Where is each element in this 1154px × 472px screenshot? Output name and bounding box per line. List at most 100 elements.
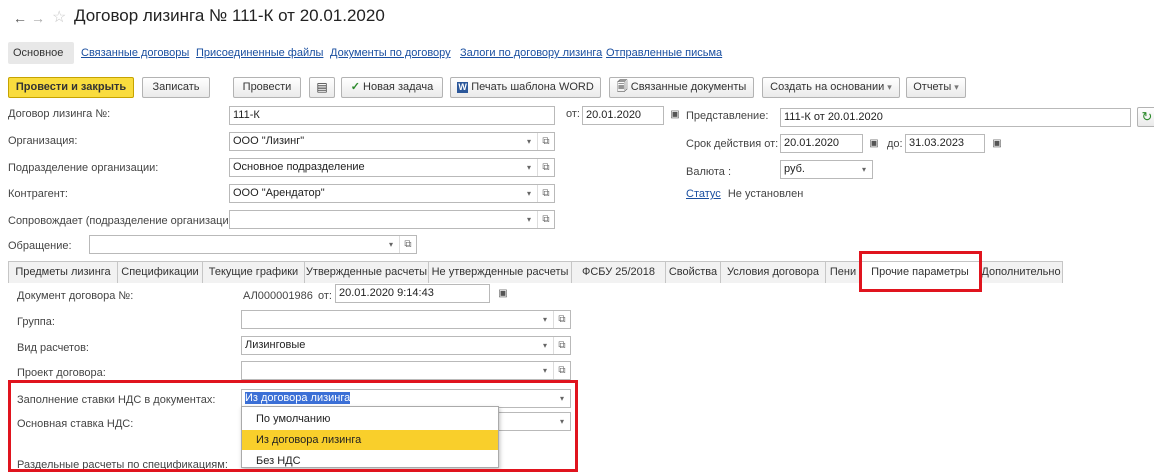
currency-field[interactable]: руб. ▾	[780, 160, 873, 179]
nav-link-main[interactable]: Основное	[13, 47, 63, 59]
related-documents-icon: 🗐	[616, 81, 628, 93]
doc-date-label: от:	[318, 290, 332, 302]
division-field[interactable]: Основное подразделение ▾ ⧉	[229, 158, 555, 177]
chevron-down-icon[interactable]: ▾	[537, 362, 553, 379]
chevron-down-icon[interactable]: ▾	[383, 236, 399, 253]
open-icon[interactable]: ⧉	[553, 337, 570, 354]
post-and-close-button[interactable]: Провести и закрыть	[8, 77, 134, 98]
contract-no-field[interactable]: 111-К	[229, 106, 555, 125]
chevron-down-icon[interactable]: ▾	[856, 161, 872, 178]
counterparty-value: ООО "Арендатор"	[233, 187, 325, 199]
new-task-button[interactable]: ✓ Новая задача	[341, 77, 443, 98]
accompanies-field[interactable]: ▾ ⧉	[229, 210, 555, 229]
forward-button[interactable]: →	[30, 10, 46, 26]
nav-link-attached-files[interactable]: Присоединенные файлы	[196, 47, 323, 59]
tab-penalties[interactable]: Пени	[825, 261, 861, 283]
presentation-label: Представление:	[686, 110, 769, 122]
tab-fsbu[interactable]: ФСБУ 25/2018	[571, 261, 666, 283]
organization-field[interactable]: ООО "Лизинг" ▾ ⧉	[229, 132, 555, 151]
new-task-label: Новая задача	[363, 81, 434, 93]
doc-no-value: АЛ000001986	[243, 290, 313, 302]
chevron-down-icon[interactable]: ▾	[521, 133, 537, 150]
tab-properties[interactable]: Свойства	[665, 261, 721, 283]
appeal-label: Обращение:	[8, 240, 72, 252]
counterparty-label: Контрагент:	[8, 188, 68, 200]
calendar-icon[interactable]: ▣	[668, 108, 682, 122]
counterparty-field[interactable]: ООО "Арендатор" ▾ ⧉	[229, 184, 555, 203]
favorite-star-icon[interactable]: ☆	[52, 7, 66, 27]
open-icon[interactable]: ⧉	[537, 211, 554, 228]
write-button[interactable]: Записать	[142, 77, 210, 98]
chevron-down-icon[interactable]: ▾	[521, 185, 537, 202]
validity-to-label: до:	[887, 138, 903, 150]
tab-approved-calculations[interactable]: Утвержденные расчеты	[304, 261, 429, 283]
page-title: Договор лизинга № 111-К от 20.01.2020	[74, 6, 385, 25]
tab-leasing-subjects[interactable]: Предметы лизинга	[8, 261, 118, 283]
group-field[interactable]: ▾ ⧉	[241, 310, 571, 329]
word-icon: W	[457, 82, 469, 93]
presentation-field[interactable]: 111-К от 20.01.2020	[780, 108, 1131, 127]
open-icon[interactable]: ⧉	[553, 362, 570, 379]
tab-unapproved-calculations[interactable]: Не утвержденные расчеты	[428, 261, 572, 283]
chevron-down-icon: ▾	[954, 82, 959, 92]
validity-from-field[interactable]: 20.01.2020	[780, 134, 863, 153]
create-based-on-button[interactable]: Создать на основании ▾	[762, 77, 900, 98]
appeal-field[interactable]: ▾ ⧉	[89, 235, 417, 254]
contract-date-value: 20.01.2020	[586, 109, 642, 121]
doc-date-value: 20.01.2020 9:14:43	[339, 287, 434, 299]
tab-contract-terms[interactable]: Условия договора	[720, 261, 826, 283]
validity-to-field[interactable]: 31.03.2023	[905, 134, 985, 153]
organization-label: Организация:	[8, 135, 78, 147]
calc-type-field[interactable]: Лизинговые ▾ ⧉	[241, 336, 571, 355]
related-documents-button[interactable]: 🗐 Связанные документы	[609, 77, 754, 98]
chevron-down-icon[interactable]: ▾	[521, 159, 537, 176]
open-icon[interactable]: ⧉	[537, 185, 554, 202]
open-icon[interactable]: ⧉	[537, 133, 554, 150]
draft-field[interactable]: ▾ ⧉	[241, 361, 571, 380]
chevron-down-icon: ▾	[887, 82, 892, 92]
validity-from-label: Срок действия от:	[686, 138, 779, 150]
doc-date-field[interactable]: 20.01.2020 9:14:43	[335, 284, 490, 303]
document-list-button[interactable]: ▤	[309, 77, 335, 98]
refresh-icon[interactable]: ↻	[1137, 107, 1154, 127]
chevron-down-icon[interactable]: ▾	[521, 211, 537, 228]
tab-highlight-box	[859, 251, 982, 292]
calendar-icon[interactable]: ▣	[867, 137, 881, 151]
chevron-down-icon[interactable]: ▾	[537, 337, 553, 354]
print-word-template-button[interactable]: W Печать шаблона WORD	[450, 77, 601, 98]
create-based-on-label: Создать на основании	[770, 81, 885, 93]
back-button[interactable]: ←	[12, 10, 28, 26]
nav-link-related-contracts[interactable]: Связанные договоры	[81, 47, 189, 59]
reports-label: Отчеты	[913, 81, 952, 93]
vat-section-highlight-box	[8, 380, 578, 472]
open-icon[interactable]: ⧉	[399, 236, 416, 253]
tab-specifications[interactable]: Спецификации	[117, 261, 203, 283]
status-link[interactable]: Статус	[686, 188, 721, 200]
checkmark-icon: ✓	[350, 81, 360, 93]
nav-link-sent-letters[interactable]: Отправленные письма	[606, 47, 722, 59]
status-value: Не установлен	[727, 188, 804, 200]
calendar-icon[interactable]: ▣	[496, 287, 510, 301]
contract-date-field[interactable]: 20.01.2020	[582, 106, 664, 125]
reports-button[interactable]: Отчеты ▾	[906, 77, 966, 98]
division-label: Подразделение организации:	[8, 162, 159, 174]
nav-link-collateral[interactable]: Залоги по договору лизинга	[460, 47, 602, 59]
calendar-icon[interactable]: ▣	[990, 137, 1004, 151]
contract-no-value: 111-К	[233, 109, 260, 121]
nav-link-contract-documents[interactable]: Документы по договору	[330, 47, 451, 59]
validity-from-value: 20.01.2020	[784, 137, 840, 149]
tab-additional[interactable]: Дополнительно	[979, 261, 1063, 283]
currency-label: Валюта :	[686, 166, 732, 178]
chevron-down-icon[interactable]: ▾	[537, 311, 553, 328]
calc-type-value: Лизинговые	[245, 339, 306, 351]
contract-date-label: от:	[566, 108, 580, 120]
post-button[interactable]: Провести	[233, 77, 301, 98]
document-list-icon: ▤	[316, 80, 328, 94]
tab-current-schedules[interactable]: Текущие графики	[202, 261, 305, 283]
open-icon[interactable]: ⧉	[553, 311, 570, 328]
validity-to-value: 31.03.2023	[909, 137, 965, 149]
draft-label: Проект договора:	[17, 367, 106, 379]
related-documents-label: Связанные документы	[630, 81, 747, 93]
accompanies-label: Сопровождает (подразделение организаций)…	[8, 215, 242, 227]
open-icon[interactable]: ⧉	[537, 159, 554, 176]
